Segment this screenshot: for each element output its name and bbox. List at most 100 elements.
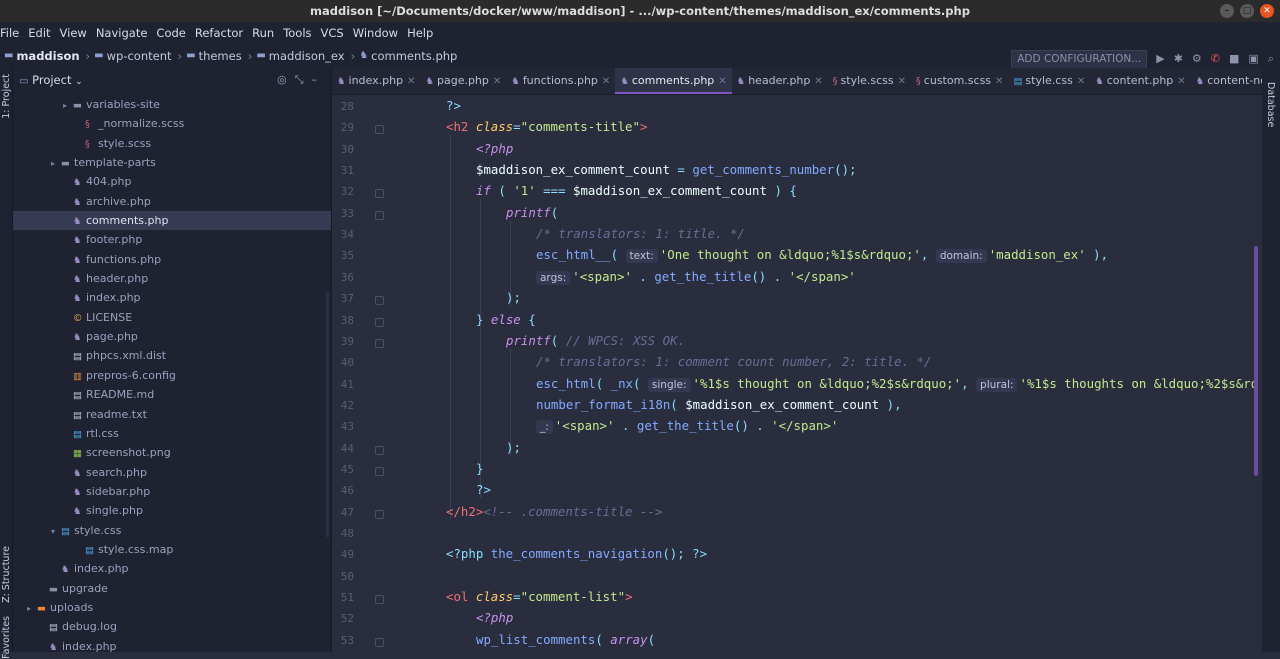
parameter-hint: plural: [976, 377, 1018, 392]
code-view[interactable]: ?> <h2 class="comments-title"> <?php $maddi… [446, 96, 1262, 652]
tab-functions-php[interactable]: ♞ functions.php ✕ [506, 68, 615, 94]
close-tab-icon[interactable]: ✕ [898, 76, 906, 87]
menu-item-edit[interactable]: Edit [28, 26, 50, 40]
project-tool-tab[interactable]: 1: Project [1, 74, 12, 119]
close-tab-icon[interactable]: ✕ [995, 76, 1003, 87]
tree-item[interactable]: ▤ readme.txt [13, 405, 331, 424]
fold-marker-icon[interactable] [375, 189, 384, 199]
add-configuration-button[interactable]: ADD CONFIGURATION... [1011, 49, 1148, 69]
tab-page-php[interactable]: ♞ page.php ✕ [420, 68, 506, 94]
tab-content-none-php[interactable]: ♞content-none.php✕ [1191, 68, 1262, 94]
tree-item[interactable]: ♞ archive.php [13, 192, 331, 211]
fold-marker-icon[interactable] [375, 296, 384, 306]
fold-marker-icon[interactable] [375, 125, 384, 135]
menu-item-help[interactable]: Help [407, 26, 433, 40]
close-tab-icon[interactable]: ✕ [1077, 76, 1085, 87]
breadcrumb-item[interactable]: ▬ maddison › [0, 44, 90, 68]
chevron-down-icon[interactable]: ▾ [51, 522, 61, 541]
tree-item[interactable]: ♞ comments.php [13, 211, 331, 231]
fold-marker-icon[interactable] [375, 466, 384, 476]
chevron-down-icon[interactable]: ⌄ [75, 77, 83, 87]
close-tab-icon[interactable]: ✕ [814, 76, 822, 87]
menu-item-run[interactable]: Run [252, 26, 274, 40]
tree-item-label: variables-site [86, 98, 160, 111]
tree-item[interactable]: § style.scss [13, 134, 331, 153]
tree-item[interactable]: ♞ 404.php [13, 172, 331, 191]
tree-item[interactable]: © LICENSE [13, 308, 331, 327]
tab-header-php[interactable]: ♞ header.php ✕ [732, 68, 828, 94]
tree-item[interactable]: ▦ screenshot.png [13, 443, 331, 462]
maximize-icon[interactable]: □ [1240, 4, 1254, 18]
tree-item[interactable]: ♞ functions.php [13, 250, 331, 269]
editor-scrollbar[interactable] [1254, 246, 1258, 476]
tab-comments-php[interactable]: ♞ comments.php ✕ [615, 68, 732, 94]
close-icon[interactable]: ✕ [1260, 4, 1274, 18]
close-tab-icon[interactable]: ✕ [493, 76, 501, 87]
menu-item-vcs[interactable]: VCS [321, 26, 344, 40]
tab-index-php[interactable]: ♞ index.php ✕ [332, 68, 420, 94]
tree-item[interactable]: ♞ search.php [13, 463, 331, 482]
close-tab-icon[interactable]: ✕ [407, 76, 415, 87]
tree-item[interactable]: ♞ footer.php [13, 230, 331, 249]
menu-item-refactor[interactable]: Refactor [195, 26, 243, 40]
menu-item-navigate[interactable]: Navigate [96, 26, 148, 40]
fold-marker-icon[interactable] [375, 338, 384, 348]
tree-item[interactable]: ♞ header.php [13, 269, 331, 288]
project-panel-title[interactable]: Project [32, 73, 71, 87]
fold-marker-icon[interactable] [375, 509, 384, 519]
tree-item[interactable]: ▸ ▬ uploads [13, 598, 331, 617]
tree-item[interactable]: ♞ index.php [13, 559, 331, 578]
fold-marker-icon[interactable] [375, 637, 384, 647]
fold-marker-icon[interactable] [375, 445, 384, 455]
tree-item[interactable]: ▤ rtl.css [13, 424, 331, 443]
breadcrumb-item[interactable]: ▬ themes › [182, 44, 252, 68]
tree-item[interactable]: ▤ phpcs.xml.dist [13, 346, 331, 365]
tab-content-php[interactable]: ♞ content.php ✕ [1090, 68, 1190, 94]
code-token: ) { [766, 183, 797, 199]
menu-item-window[interactable]: Window [353, 26, 398, 40]
tree-item[interactable]: ▬ upgrade [13, 579, 331, 598]
tree-item[interactable]: ♞ sidebar.php [13, 482, 331, 501]
collapse-icon[interactable]: ⤡ [295, 73, 312, 86]
menu-item-view[interactable]: View [60, 26, 87, 40]
tree-item[interactable]: ♞ index.php [13, 637, 331, 652]
tree-item[interactable]: ▤ README.md [13, 385, 331, 404]
hide-icon[interactable]: – [312, 73, 326, 86]
chevron-right-icon[interactable]: ▸ [63, 96, 73, 115]
breadcrumb-item[interactable]: ▬ wp-content › [90, 44, 182, 68]
fold-marker-icon[interactable] [375, 317, 384, 327]
fold-marker-icon[interactable] [375, 210, 384, 220]
tree-item[interactable]: § _normalize.scss [13, 114, 331, 133]
tree-item[interactable]: ♞ single.php [13, 501, 331, 520]
tab-custom-scss[interactable]: § custom.scss ✕ [911, 68, 1008, 94]
code-line: /* translators: 1: comment count number,… [536, 354, 931, 369]
locate-icon[interactable]: ◎ [277, 73, 295, 86]
php-file-icon: ♞ [1195, 76, 1205, 87]
favorites-tool-tab[interactable]: Favorites [1, 616, 12, 659]
structure-tool-tab[interactable]: Z: Structure [1, 546, 12, 603]
menu-item-tools[interactable]: Tools [283, 26, 311, 40]
close-tab-icon[interactable]: ✕ [718, 76, 726, 87]
tree-item[interactable]: ▥ prepros-6.config [13, 366, 331, 385]
fold-marker-icon[interactable] [375, 595, 384, 605]
breadcrumb-item[interactable]: ♞ comments.php [355, 44, 457, 68]
breadcrumb-item[interactable]: ▬ maddison_ex › [252, 44, 355, 68]
close-tab-icon[interactable]: ✕ [602, 76, 610, 87]
chevron-right-icon[interactable]: ▸ [27, 599, 37, 618]
tree-item[interactable]: ▸ ▬ template-parts [13, 153, 331, 172]
tab-style-css[interactable]: ▤ style.css ✕ [1008, 68, 1090, 94]
tree-item[interactable]: ▤ style.css.map [13, 540, 331, 559]
chevron-right-icon[interactable]: ▸ [51, 154, 61, 173]
minimize-icon[interactable]: – [1220, 4, 1234, 18]
tab-style-scss[interactable]: § style.scss ✕ [828, 68, 911, 94]
project-scrollbar[interactable] [326, 292, 329, 537]
tree-item[interactable]: ▤ debug.log [13, 617, 331, 636]
tree-item[interactable]: ♞ index.php [13, 288, 331, 307]
tree-item[interactable]: ▸ ▬ variables-site [13, 95, 331, 114]
menu-item-file[interactable]: File [0, 26, 19, 40]
database-tool-tab[interactable]: Database [1265, 82, 1276, 127]
close-tab-icon[interactable]: ✕ [1177, 76, 1185, 87]
tree-item[interactable]: ▾ ▤ style.css [13, 521, 331, 540]
menu-item-code[interactable]: Code [156, 26, 185, 40]
tree-item[interactable]: ♞ page.php [13, 327, 331, 346]
